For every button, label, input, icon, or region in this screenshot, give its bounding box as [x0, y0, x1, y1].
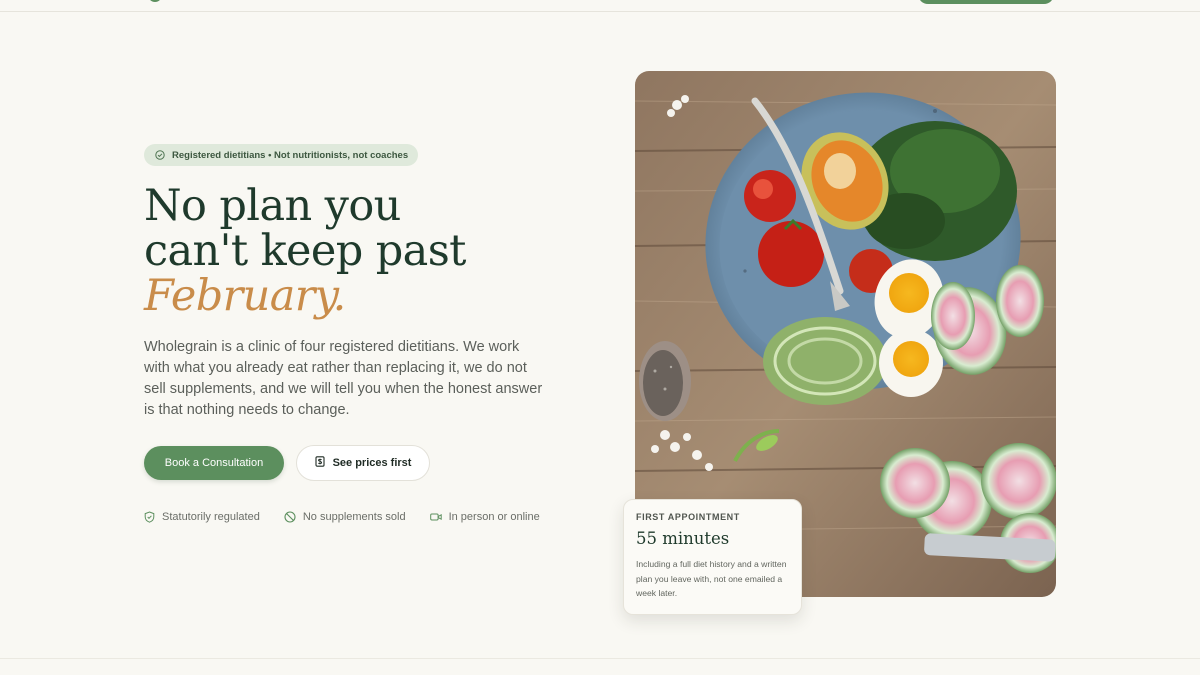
see-prices-label: See prices first: [332, 457, 412, 469]
headline-line-2: can't keep past: [144, 226, 466, 276]
trust-row: Statutorily regulated No supplements sol…: [144, 511, 540, 523]
book-consultation-button[interactable]: Book a Consultation: [144, 446, 284, 480]
video-icon: [429, 512, 442, 522]
nav-cta-button[interactable]: [918, 0, 1054, 4]
hero-lead: Wholegrain is a clinic of four registere…: [144, 339, 543, 418]
trust-item-no-supplements: No supplements sold: [284, 511, 406, 523]
see-prices-button[interactable]: See prices first: [296, 445, 430, 481]
headline-line-1: No plan you: [144, 181, 401, 231]
appointment-duration: 55 minutes: [636, 529, 730, 548]
trust-item-format: In person or online: [429, 511, 540, 523]
first-appointment-card: FIRST APPOINTMENT 55 minutes Including a…: [623, 499, 802, 615]
trust-label: Statutorily regulated: [162, 511, 260, 523]
appointment-eyebrow: FIRST APPOINTMENT: [636, 512, 740, 522]
section-divider: [0, 658, 1200, 659]
check-circle-icon: [155, 150, 165, 160]
headline-accent: February.: [144, 271, 346, 321]
price-list-icon: [315, 456, 325, 470]
trust-label: In person or online: [448, 511, 540, 523]
logo[interactable]: [148, 0, 162, 2]
appointment-description: Including a full diet history and a writ…: [636, 559, 787, 598]
trust-item-regulated: Statutorily regulated: [144, 511, 260, 523]
hero-badge: Registered dietitians • Not nutritionist…: [144, 144, 419, 166]
hero-badge-label: Registered dietitians • Not nutritionist…: [172, 149, 409, 161]
top-nav: [0, 0, 1200, 12]
hero-headline: No plan you can't keep past February.: [144, 184, 466, 319]
shield-check-icon: [144, 511, 155, 523]
ban-icon: [284, 511, 296, 523]
trust-label: No supplements sold: [302, 511, 406, 523]
